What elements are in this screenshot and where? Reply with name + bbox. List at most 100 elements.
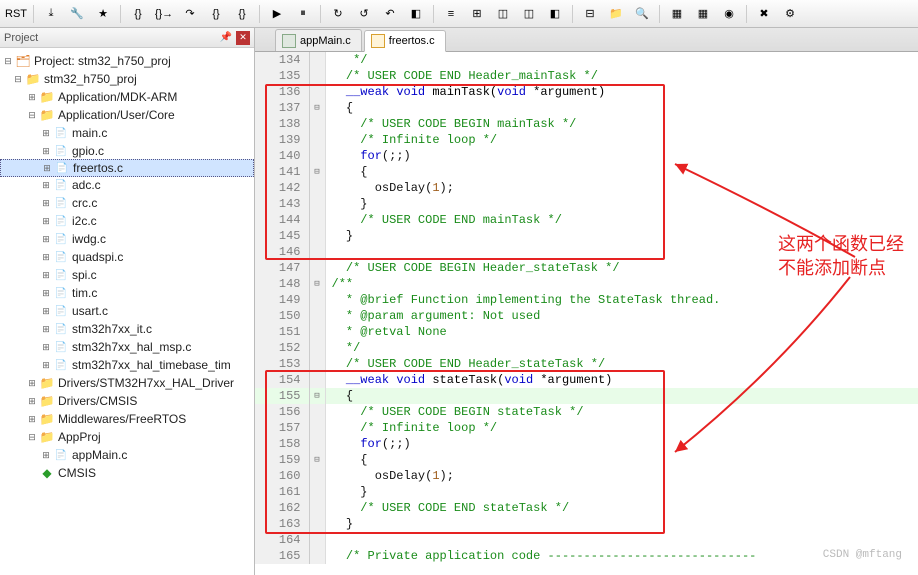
tree-expander[interactable]: ⊞ — [40, 450, 52, 461]
line-number[interactable]: 148 — [255, 276, 309, 292]
code-text[interactable]: /* Infinite loop */ — [325, 420, 918, 436]
toolbar-button-5[interactable]: {}→ — [152, 3, 176, 25]
tree-node[interactable]: ⊞📄spi.c — [0, 266, 254, 284]
line-number[interactable]: 157 — [255, 420, 309, 436]
tree-node[interactable]: ⊞📄gpio.c — [0, 142, 254, 160]
tree-expander[interactable]: ⊞ — [26, 396, 38, 407]
code-line[interactable]: 143 } — [255, 196, 918, 212]
code-line[interactable]: 135 /* USER CODE END Header_mainTask */ — [255, 68, 918, 84]
line-number[interactable]: 145 — [255, 228, 309, 244]
tree-node[interactable]: ⊞📄crc.c — [0, 194, 254, 212]
code-text[interactable]: * @brief Function implementing the State… — [325, 292, 918, 308]
code-line[interactable]: 158 for(;;) — [255, 436, 918, 452]
line-number[interactable]: 135 — [255, 68, 309, 84]
fold-toggle[interactable]: ⊟ — [309, 100, 325, 116]
line-number[interactable]: 152 — [255, 340, 309, 356]
line-number[interactable]: 165 — [255, 548, 309, 564]
line-number[interactable]: 144 — [255, 212, 309, 228]
line-number[interactable]: 141 — [255, 164, 309, 180]
tree-node[interactable]: ⊞📄stm32h7xx_hal_timebase_tim — [0, 356, 254, 374]
toolbar-button-16[interactable]: ⊞ — [465, 3, 489, 25]
tree-expander[interactable]: ⊟ — [26, 110, 38, 121]
code-text[interactable]: /* USER CODE END Header_stateTask */ — [325, 356, 918, 372]
tree-expander[interactable]: ⊞ — [41, 163, 53, 174]
line-number[interactable]: 147 — [255, 260, 309, 276]
code-text[interactable] — [325, 244, 918, 260]
line-number[interactable]: 160 — [255, 468, 309, 484]
code-text[interactable]: { — [325, 100, 918, 116]
code-line[interactable]: 162 /* USER CODE END stateTask */ — [255, 500, 918, 516]
tree-node[interactable]: ⊞📄tim.c — [0, 284, 254, 302]
toolbar-button-7[interactable]: {} — [204, 3, 228, 25]
toolbar-button-3[interactable]: ★ — [91, 3, 115, 25]
tree-expander[interactable]: ⊟ — [26, 432, 38, 443]
code-line[interactable]: 140 for(;;) — [255, 148, 918, 164]
tree-node[interactable]: ⊞📁Application/MDK-ARM — [0, 88, 254, 106]
code-text[interactable]: for(;;) — [325, 436, 918, 452]
code-line[interactable]: 157 /* Infinite loop */ — [255, 420, 918, 436]
code-line[interactable]: 147 /* USER CODE BEGIN Header_stateTask … — [255, 260, 918, 276]
tree-expander[interactable]: ⊞ — [26, 414, 38, 425]
code-text[interactable]: /* USER CODE END stateTask */ — [325, 500, 918, 516]
tree-node[interactable]: ⊞📁Middlewares/FreeRTOS — [0, 410, 254, 428]
line-number[interactable]: 153 — [255, 356, 309, 372]
toolbar-button-22[interactable]: 🔍 — [630, 3, 654, 25]
code-line[interactable]: 159⊟ { — [255, 452, 918, 468]
tree-expander[interactable]: ⊞ — [40, 234, 52, 245]
code-text[interactable]: } — [325, 228, 918, 244]
code-line[interactable]: 150 * @param argument: Not used — [255, 308, 918, 324]
tree-expander[interactable]: ⊞ — [40, 288, 52, 299]
tree-node[interactable]: ◆CMSIS — [0, 464, 254, 482]
panel-close-button[interactable]: ✕ — [236, 31, 250, 45]
tree-expander[interactable]: ⊞ — [26, 92, 38, 103]
tree-node[interactable]: ⊟📁AppProj — [0, 428, 254, 446]
code-text[interactable]: /** — [325, 276, 918, 292]
tree-node[interactable]: ⊞📄adc.c — [0, 176, 254, 194]
line-number[interactable]: 162 — [255, 500, 309, 516]
tree-expander[interactable]: ⊞ — [40, 342, 52, 353]
tree-node[interactable]: ⊞📄main.c — [0, 124, 254, 142]
line-number[interactable]: 134 — [255, 52, 309, 68]
toolbar-button-20[interactable]: ⊟ — [578, 3, 602, 25]
tree-expander[interactable]: ⊞ — [26, 378, 38, 389]
toolbar-button-12[interactable]: ↺ — [352, 3, 376, 25]
code-line[interactable]: 163 } — [255, 516, 918, 532]
code-line[interactable]: 138 /* USER CODE BEGIN mainTask */ — [255, 116, 918, 132]
fold-toggle[interactable]: ⊟ — [309, 164, 325, 180]
tree-node[interactable]: ⊞📁Drivers/CMSIS — [0, 392, 254, 410]
code-text[interactable]: } — [325, 516, 918, 532]
code-text[interactable]: { — [325, 164, 918, 180]
line-number[interactable]: 161 — [255, 484, 309, 500]
code-text[interactable]: /* USER CODE BEGIN stateTask */ — [325, 404, 918, 420]
line-number[interactable]: 137 — [255, 100, 309, 116]
tree-node[interactable]: ⊞📄appMain.c — [0, 446, 254, 464]
line-number[interactable]: 143 — [255, 196, 309, 212]
toolbar-button-21[interactable]: 📁 — [604, 3, 628, 25]
code-line[interactable]: 160 osDelay(1); — [255, 468, 918, 484]
toolbar-button-9[interactable]: ▶ — [265, 3, 289, 25]
tree-node[interactable]: ⊟📁Application/User/Core — [0, 106, 254, 124]
code-text[interactable] — [325, 532, 918, 548]
tree-expander[interactable]: ⊞ — [40, 306, 52, 317]
line-number[interactable]: 154 — [255, 372, 309, 388]
tree-node[interactable]: ⊞📄quadspi.c — [0, 248, 254, 266]
toolbar-button-23[interactable]: ▦ — [665, 3, 689, 25]
toolbar-button-18[interactable]: ◫ — [517, 3, 541, 25]
fold-toggle[interactable]: ⊟ — [309, 452, 325, 468]
toolbar-button-4[interactable]: {} — [126, 3, 150, 25]
line-number[interactable]: 151 — [255, 324, 309, 340]
toolbar-button-8[interactable]: {} — [230, 3, 254, 25]
toolbar-button-11[interactable]: ↻ — [326, 3, 350, 25]
code-line[interactable]: 144 /* USER CODE END mainTask */ — [255, 212, 918, 228]
toolbar-button-14[interactable]: ◧ — [404, 3, 428, 25]
line-number[interactable]: 136 — [255, 84, 309, 100]
toolbar-button-1[interactable]: ⤓ — [39, 3, 63, 25]
tree-expander[interactable]: ⊟ — [12, 74, 24, 85]
toolbar-button-17[interactable]: ◫ — [491, 3, 515, 25]
code-text[interactable]: osDelay(1); — [325, 180, 918, 196]
code-text[interactable]: for(;;) — [325, 148, 918, 164]
tree-expander[interactable]: ⊞ — [40, 324, 52, 335]
tree-expander[interactable]: ⊞ — [40, 360, 52, 371]
tree-node[interactable]: ⊟📁stm32_h750_proj — [0, 70, 254, 88]
tree-node[interactable]: ⊞📄iwdg.c — [0, 230, 254, 248]
